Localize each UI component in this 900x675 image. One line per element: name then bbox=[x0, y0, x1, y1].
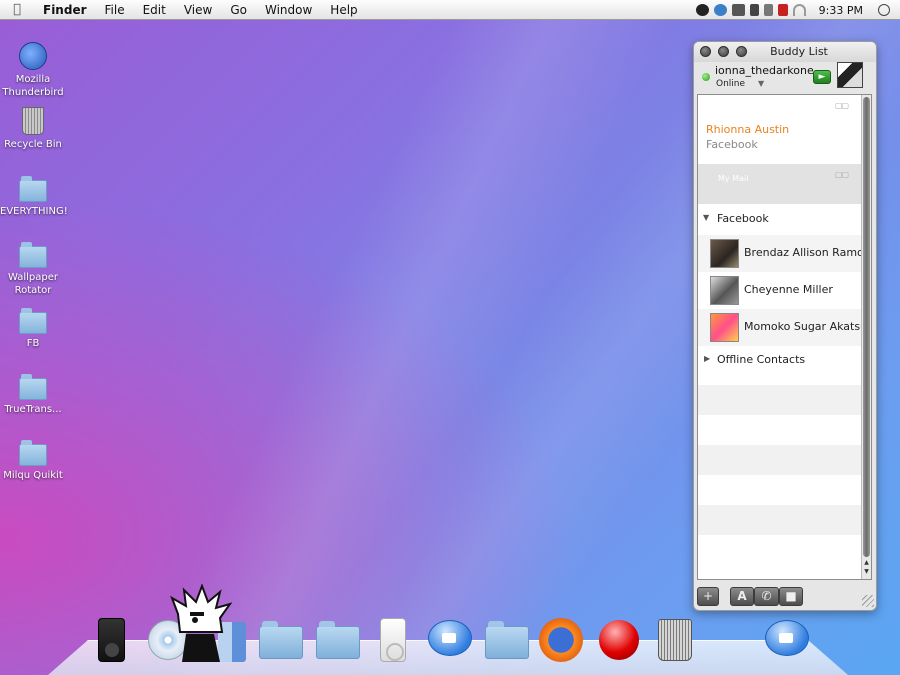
recent-contact-service: Facebook bbox=[706, 138, 758, 151]
video-chat-icon[interactable] bbox=[428, 620, 472, 656]
font-button[interactable]: A bbox=[730, 587, 754, 606]
my-mail-label: My Mail bbox=[718, 174, 749, 183]
contact-row[interactable]: Momoko Sugar Akatsuki bbox=[698, 309, 862, 346]
desktop-icon-label: Recycle Bin bbox=[4, 139, 62, 150]
account-header: ionna_thedarkone Online ▼ ► bbox=[694, 62, 876, 92]
menu-file[interactable]: File bbox=[96, 3, 134, 17]
status-selector[interactable]: Online bbox=[716, 79, 745, 89]
trash-icon bbox=[22, 107, 44, 135]
character-icon[interactable] bbox=[168, 584, 232, 666]
menu-help[interactable]: Help bbox=[321, 3, 366, 17]
disclosure-open-icon[interactable]: ▼ bbox=[703, 213, 709, 222]
menu-bar:  Finder File Edit View Go Window Help 9… bbox=[0, 0, 900, 20]
desktop-icon-label: Milqu Quikit bbox=[3, 470, 63, 481]
contact-avatar bbox=[710, 239, 739, 268]
menu-finder[interactable]: Finder bbox=[34, 3, 96, 17]
group-label: Facebook bbox=[717, 212, 769, 225]
firefox-icon[interactable] bbox=[539, 618, 583, 662]
sync-tray-icon[interactable] bbox=[713, 4, 727, 16]
record-icon[interactable] bbox=[599, 620, 639, 660]
account-name[interactable]: ionna_thedarkone bbox=[715, 64, 813, 77]
my-mail-row[interactable]: My Mail ▢▢ bbox=[698, 164, 862, 204]
chevron-down-icon[interactable]: ▼ bbox=[758, 79, 764, 88]
desktop-icon-wallpaper-rotator[interactable]: Wallpaper Rotator bbox=[0, 242, 66, 297]
contact-list[interactable]: ▢▢ Rhionna Austin Facebook My Mail ▢▢ ▼ … bbox=[697, 94, 872, 580]
wifi-icon[interactable] bbox=[792, 4, 806, 16]
folder-icon bbox=[19, 242, 47, 268]
empty-row bbox=[698, 385, 862, 415]
ipod-white-icon[interactable] bbox=[380, 618, 406, 662]
folder-icon bbox=[19, 308, 47, 334]
online-status-icon bbox=[702, 73, 710, 81]
folder-icon[interactable] bbox=[485, 621, 529, 659]
scroll-up-arrow-icon[interactable]: ▲ bbox=[863, 559, 870, 566]
empty-row bbox=[698, 505, 862, 535]
menu-window[interactable]: Window bbox=[256, 3, 321, 17]
desktop-icon-milqu-quikit[interactable]: Milqu Quikit bbox=[0, 440, 66, 482]
messenger-tray-icon[interactable] bbox=[695, 4, 709, 16]
desktop-icon-label: EVERYTHING! bbox=[0, 206, 68, 217]
desktop-icon-recycle-bin[interactable]: Recycle Bin bbox=[0, 107, 66, 151]
contact-name: Momoko Sugar Akatsuki bbox=[744, 320, 862, 333]
expand-icon[interactable]: ▢▢ bbox=[835, 101, 849, 110]
ipod-dark-icon[interactable] bbox=[98, 618, 125, 662]
folder-icon bbox=[19, 440, 47, 466]
desktop-icon-truetrans[interactable]: TrueTrans... bbox=[0, 374, 66, 416]
scrollbar[interactable]: ▲ ▼ bbox=[861, 95, 871, 579]
buddy-toolbar: + A ✆ ■ bbox=[694, 583, 876, 610]
window-title: Buddy List bbox=[770, 45, 828, 58]
folder-icon[interactable] bbox=[316, 621, 360, 659]
disclosure-closed-icon[interactable]: ▶ bbox=[704, 354, 710, 363]
apple-logo-icon[interactable]:  bbox=[0, 2, 34, 17]
contact-avatar bbox=[710, 313, 739, 342]
scroll-down-arrow-icon[interactable]: ▼ bbox=[863, 568, 870, 575]
trash-icon[interactable] bbox=[658, 619, 692, 661]
thunderbird-icon bbox=[19, 42, 47, 70]
volume-icon[interactable] bbox=[777, 4, 788, 16]
folder-icon[interactable] bbox=[259, 621, 303, 659]
recent-contact-name[interactable]: Rhionna Austin bbox=[706, 123, 789, 136]
menu-view[interactable]: View bbox=[175, 3, 221, 17]
buddy-list-window: Buddy List ionna_thedarkone Online ▼ ► ▢… bbox=[693, 41, 877, 611]
empty-row bbox=[698, 445, 862, 475]
desktop-icon-label: TrueTrans... bbox=[4, 404, 62, 415]
contact-name: Cheyenne Miller bbox=[744, 283, 833, 296]
phone-icon[interactable]: ✆ bbox=[754, 587, 779, 606]
desktop-icon-fb[interactable]: FB bbox=[0, 308, 66, 350]
add-contact-button[interactable]: + bbox=[697, 587, 719, 606]
offline-contacts-label: Offline Contacts bbox=[717, 353, 806, 366]
feed-icon[interactable]: ► bbox=[813, 70, 831, 84]
video-icon[interactable]: ■ bbox=[779, 587, 803, 606]
desktop-icon-label: FB bbox=[26, 338, 40, 349]
desktop-icon-label: Wallpaper Rotator bbox=[7, 272, 59, 296]
menu-clock[interactable]: 9:33 PM bbox=[819, 4, 863, 17]
contact-row[interactable]: Cheyenne Miller bbox=[698, 272, 862, 309]
battery-tray-icon[interactable] bbox=[749, 4, 759, 16]
video-chat-icon[interactable] bbox=[765, 620, 809, 656]
folder-icon bbox=[19, 374, 47, 400]
spotlight-icon[interactable] bbox=[878, 4, 890, 16]
display-tray-icon[interactable] bbox=[731, 4, 745, 16]
menu-go[interactable]: Go bbox=[221, 3, 256, 17]
desktop-icon-label: Mozilla Thunderbird bbox=[2, 74, 64, 98]
contact-avatar bbox=[710, 276, 739, 305]
expand-icon[interactable]: ▢▢ bbox=[835, 170, 849, 179]
group-header[interactable]: ▼ Facebook bbox=[698, 208, 862, 230]
scroll-thumb[interactable] bbox=[863, 97, 870, 557]
desktop-icon-thunderbird[interactable]: Mozilla Thunderbird bbox=[0, 42, 66, 99]
contact-row[interactable]: Brendaz Allison Ramos bbox=[698, 235, 862, 272]
contact-name: Brendaz Allison Ramos bbox=[744, 246, 862, 259]
text-tray-icon[interactable] bbox=[763, 4, 773, 16]
menu-extras: 9:33 PM bbox=[695, 0, 890, 20]
desktop-icon-everything[interactable]: EVERYTHING! bbox=[0, 176, 68, 218]
avatar[interactable] bbox=[837, 62, 863, 88]
window-titlebar[interactable]: Buddy List bbox=[694, 42, 876, 62]
menu-edit[interactable]: Edit bbox=[134, 3, 175, 17]
folder-icon bbox=[19, 176, 47, 202]
resize-grip[interactable] bbox=[862, 595, 874, 607]
offline-group-header[interactable]: ▶ Offline Contacts bbox=[698, 349, 862, 371]
